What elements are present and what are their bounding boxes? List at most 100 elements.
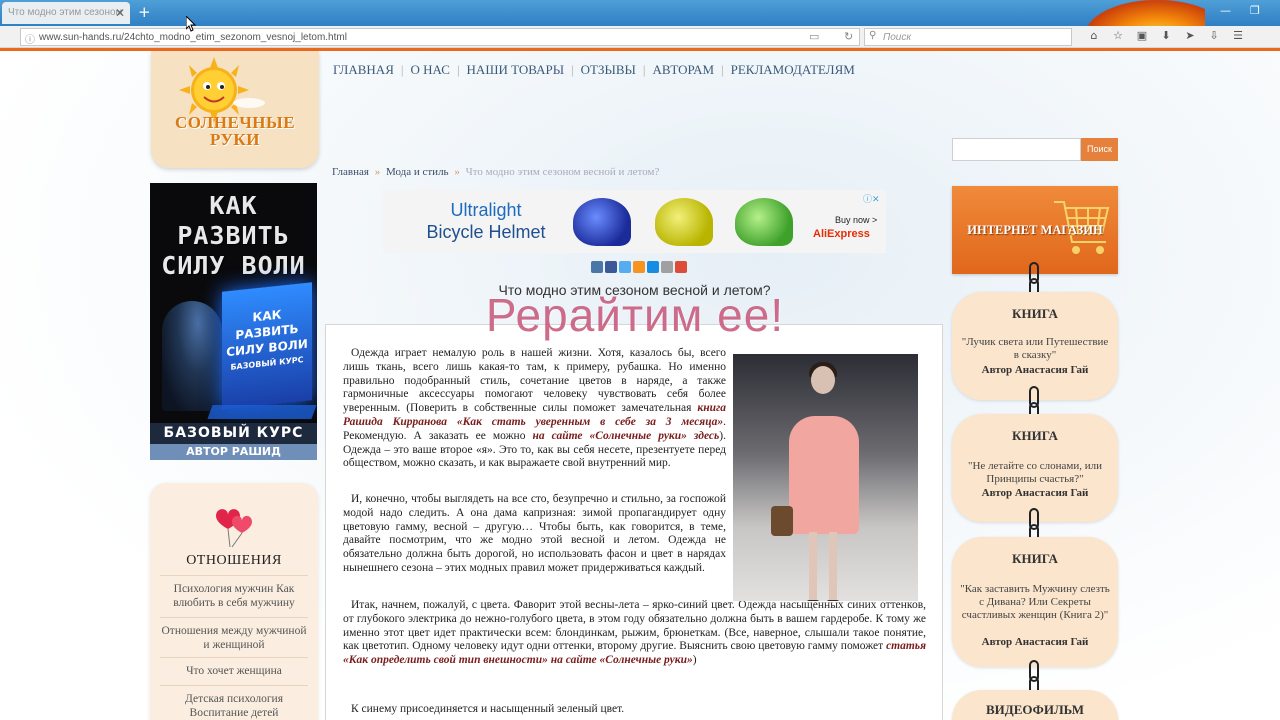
keyboard-glow bbox=[207, 405, 317, 419]
pocket-icon[interactable]: ⬇ bbox=[1154, 29, 1178, 42]
model-leg bbox=[829, 532, 837, 600]
model-shoe bbox=[827, 600, 839, 601]
logo-text-line2: РУКИ bbox=[210, 130, 260, 149]
site-search-input[interactable] bbox=[952, 138, 1081, 161]
menu-separator: | bbox=[642, 62, 646, 77]
menu-item-about[interactable]: О НАС bbox=[410, 62, 449, 77]
left-ad-banner[interactable]: КАК РАЗВИТЬ СИЛУ ВОЛИ КАК РАЗВИТЬ СИЛУ В… bbox=[150, 183, 317, 460]
browser-tab[interactable]: Что модно этим сезоном ✕ bbox=[2, 2, 130, 24]
model-bag bbox=[771, 506, 793, 536]
p1-text-a: Одежда играет немалую роль в нашей жизни… bbox=[343, 347, 726, 415]
mouse-cursor-icon bbox=[186, 16, 196, 32]
article-paragraph-4: К синему присоединяется и насыщенный зел… bbox=[351, 703, 625, 715]
ad-choices-icon[interactable]: ⓘ✕ bbox=[863, 192, 880, 205]
helmet-image-yellow bbox=[655, 198, 713, 246]
helmet-ad-banner[interactable]: Ultralight Bicycle Helmet Buy now > AliE… bbox=[383, 190, 886, 253]
menu-separator: | bbox=[400, 62, 404, 77]
bookmark-star-icon[interactable]: ☆ bbox=[1106, 29, 1130, 42]
monitor-image: КАК РАЗВИТЬ СИЛУ ВОЛИ БАЗОВЫЙ КУРС bbox=[222, 282, 312, 410]
book-card-1[interactable]: КНИГА "Лучик света или Путешествие в ска… bbox=[952, 292, 1118, 400]
new-tab-button[interactable]: + bbox=[138, 3, 151, 21]
book-label: КНИГА bbox=[1012, 428, 1058, 443]
article-paragraph-3: Итак, начнем, пожалуй, с цвета. Фаворит … bbox=[343, 599, 926, 668]
vk-share-icon[interactable] bbox=[591, 261, 603, 273]
ad-author-label: АВТОР РАШИД КИРРАНОВ bbox=[150, 444, 317, 460]
hearts-icon bbox=[216, 509, 252, 548]
ad-line-1: КАК bbox=[209, 191, 258, 220]
livejournal-share-icon[interactable] bbox=[661, 261, 673, 273]
share-buttons bbox=[591, 260, 689, 278]
menu-icon[interactable]: ☰ bbox=[1226, 29, 1250, 42]
menu-item-products[interactable]: НАШИ ТОВАРЫ bbox=[467, 62, 565, 77]
banner-line-2: Bicycle Helmet bbox=[426, 222, 546, 242]
search-icon: ⚲ bbox=[869, 30, 877, 41]
odnoklassniki-share-icon[interactable] bbox=[633, 261, 645, 273]
banner-line-1: Ultralight bbox=[450, 200, 522, 220]
relations-link-4[interactable]: Детская психология Воспитание детей bbox=[160, 685, 308, 720]
menu-separator: | bbox=[456, 62, 460, 77]
breadcrumb-separator: » bbox=[374, 166, 381, 178]
article-paragraph-1: Одежда играет немалую роль в нашей жизни… bbox=[343, 347, 726, 471]
mailru-share-icon[interactable] bbox=[647, 261, 659, 273]
tab-close-icon[interactable]: ✕ bbox=[115, 6, 125, 20]
book-card-3[interactable]: КНИГА "Как заставить Мужчину слезть с Ди… bbox=[952, 537, 1118, 667]
page-info-icon[interactable]: ⓘ bbox=[25, 31, 35, 46]
menu-item-reviews[interactable]: ОТЗЫВЫ bbox=[581, 62, 636, 77]
home-icon[interactable]: ⌂ bbox=[1082, 29, 1106, 42]
online-shop-banner[interactable]: ИНТЕРНЕТ МАГАЗИН bbox=[952, 186, 1118, 274]
fashion-model-photo bbox=[733, 354, 918, 601]
book-label: КНИГА bbox=[1012, 306, 1058, 321]
order-link[interactable]: на сайте «Солнечные руки» здесь bbox=[532, 430, 719, 442]
book-title: "Как заставить Мужчину слезть с Дивана? … bbox=[960, 583, 1110, 621]
book-author: Автор Анастасия Гай bbox=[981, 636, 1089, 648]
googleplus-share-icon[interactable] bbox=[675, 261, 687, 273]
breadcrumb-separator: » bbox=[454, 166, 460, 178]
facebook-share-icon[interactable] bbox=[605, 261, 617, 273]
book-card-2[interactable]: КНИГА "Не летайте со слонами, или Принци… bbox=[952, 414, 1118, 522]
rewrite-overlay-text: Рерайтим ее! bbox=[485, 289, 785, 341]
menu-item-home[interactable]: ГЛАВНАЯ bbox=[333, 62, 394, 77]
book-label: КНИГА bbox=[1012, 551, 1058, 566]
relations-link-2[interactable]: Отношения между мужчиной и женщиной bbox=[160, 617, 308, 652]
ad-line-3: СИЛУ ВОЛИ bbox=[161, 251, 306, 280]
relations-link-3[interactable]: Что хочет женщина bbox=[160, 657, 308, 678]
main-menu: ГЛАВНАЯ | О НАС | НАШИ ТОВАРЫ | ОТЗЫВЫ | АВТОРАМ… bbox=[333, 62, 855, 78]
article-body: Одежда играет немалую роль в нашей жизни… bbox=[325, 324, 943, 720]
restore-icon[interactable]: ❐ bbox=[1250, 4, 1260, 17]
menu-item-authors[interactable]: АВТОРАМ bbox=[652, 62, 714, 77]
send-icon[interactable]: ➤ bbox=[1178, 29, 1202, 42]
breadcrumb-current: Что модно этим сезоном весной и летом? bbox=[465, 166, 660, 178]
downloads-icon[interactable]: ⇩ bbox=[1202, 29, 1226, 42]
model-shoe bbox=[807, 600, 819, 601]
minimize-icon[interactable]: — bbox=[1220, 4, 1231, 17]
helmet-image-blue bbox=[573, 198, 631, 246]
relations-title: ОТНОШЕНИЯ bbox=[186, 553, 282, 568]
site-search-button[interactable]: Поиск bbox=[1081, 138, 1118, 161]
browser-search-placeholder: Поиск bbox=[883, 32, 912, 43]
bookmarks-list-icon[interactable]: ▣ bbox=[1130, 29, 1154, 42]
menu-item-advertisers[interactable]: РЕКЛАМОДАТЕЛЯМ bbox=[731, 62, 855, 77]
book-author: Автор Анастасия Гай bbox=[981, 487, 1089, 499]
p3-text-a: Итак, начнем, пожалуй, с цвета. Фаворит … bbox=[343, 599, 926, 653]
person-silhouette bbox=[162, 301, 222, 411]
video-label: ВИДЕОФИЛЬМ bbox=[986, 702, 1084, 717]
model-leg bbox=[809, 532, 817, 600]
site-logo[interactable]: СОЛНЕЧНЫЕ РУКИ bbox=[151, 51, 319, 168]
book-author: Автор Анастасия Гай bbox=[981, 364, 1089, 376]
breadcrumb-section[interactable]: Мода и стиль bbox=[386, 166, 449, 178]
video-card[interactable]: ВИДЕОФИЛЬМ bbox=[952, 690, 1118, 720]
reload-icon[interactable]: ↻ bbox=[844, 30, 853, 43]
ad-course-label: БАЗОВЫЙ КУРС bbox=[150, 423, 317, 444]
reader-view-icon[interactable]: ▭ bbox=[809, 30, 819, 43]
breadcrumb: Главная » Мода и стиль » Что модно этим … bbox=[332, 166, 659, 178]
banner-buy-now[interactable]: Buy now > bbox=[835, 215, 877, 225]
menu-separator: | bbox=[571, 62, 574, 77]
browser-search-input[interactable]: ⚲ Поиск bbox=[864, 28, 1072, 46]
book-title: "Не летайте со слонами, или Принципы сча… bbox=[968, 460, 1102, 485]
model-head bbox=[811, 366, 835, 394]
relations-link-1[interactable]: Психология мужчин Как влюбить в себя муж… bbox=[160, 575, 308, 610]
url-text: www.sun-hands.ru/24chto_modno_etim_sezon… bbox=[39, 32, 347, 43]
breadcrumb-home[interactable]: Главная bbox=[332, 166, 369, 178]
address-bar[interactable]: ⓘ www.sun-hands.ru/24chto_modno_etim_sez… bbox=[20, 28, 860, 46]
twitter-share-icon[interactable] bbox=[619, 261, 631, 273]
